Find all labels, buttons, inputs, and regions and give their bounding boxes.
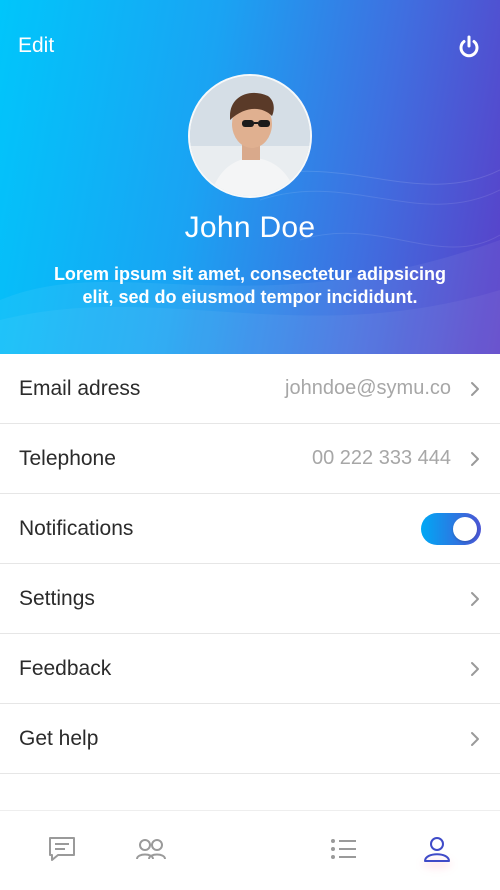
toggle-knob bbox=[453, 517, 477, 541]
chevron-right-icon bbox=[471, 382, 479, 396]
avatar-photo bbox=[190, 76, 310, 196]
telephone-label: Telephone bbox=[19, 446, 116, 470]
people-icon bbox=[136, 839, 166, 860]
email-value: johndoe@symu.co bbox=[285, 377, 451, 399]
power-button[interactable] bbox=[455, 33, 483, 61]
edit-button[interactable]: Edit bbox=[18, 34, 54, 58]
email-label: Email adress bbox=[19, 376, 141, 400]
profile-icon bbox=[424, 837, 450, 862]
profile-bio: Lorem ipsum sit amet, consectetur adipsi… bbox=[53, 264, 447, 307]
settings-list: Email adress johndoe@symu.co Telephone 0… bbox=[0, 354, 500, 774]
settings-row[interactable]: Settings bbox=[0, 564, 500, 634]
chevron-right-icon bbox=[471, 452, 479, 466]
profile-header: Edit John Doe Lorem ipsum sit amet, cons… bbox=[0, 0, 500, 354]
list-icon bbox=[331, 839, 356, 859]
telephone-value: 00 222 333 444 bbox=[311, 447, 451, 469]
email-row[interactable]: Email adress johndoe@symu.co bbox=[0, 354, 500, 424]
notifications-row: Notifications bbox=[0, 494, 500, 564]
telephone-row[interactable]: Telephone 00 222 333 444 bbox=[0, 424, 500, 494]
chat-icon bbox=[49, 837, 75, 861]
chevron-right-icon bbox=[471, 592, 479, 606]
settings-label: Settings bbox=[19, 586, 95, 610]
tab-people[interactable] bbox=[134, 833, 168, 865]
chevron-right-icon bbox=[471, 732, 479, 746]
bottom-tab-bar bbox=[0, 810, 500, 890]
profile-name: John Doe bbox=[184, 211, 316, 244]
power-icon bbox=[459, 35, 479, 58]
notifications-toggle[interactable] bbox=[421, 513, 481, 545]
avatar bbox=[188, 74, 312, 198]
chevron-right-icon bbox=[471, 662, 479, 676]
help-row[interactable]: Get help bbox=[0, 704, 500, 774]
tab-messages[interactable] bbox=[45, 833, 79, 865]
feedback-label: Feedback bbox=[19, 656, 112, 680]
feedback-row[interactable]: Feedback bbox=[0, 634, 500, 704]
help-label: Get help bbox=[19, 726, 99, 750]
tab-profile[interactable] bbox=[420, 833, 454, 865]
notifications-label: Notifications bbox=[19, 516, 134, 540]
tab-list[interactable] bbox=[327, 833, 361, 865]
